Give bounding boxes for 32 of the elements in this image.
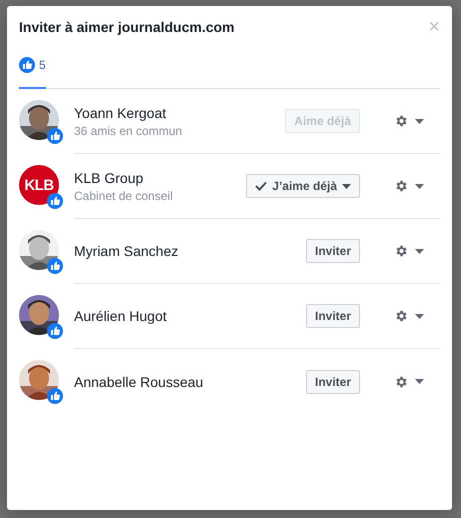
person-subtitle: Cabinet de conseil — [74, 188, 174, 202]
settings-icon[interactable] — [394, 244, 408, 258]
person-name: KLB Group — [74, 170, 144, 186]
person-name: Annabelle Rousseau — [74, 374, 204, 390]
like-badge-icon — [47, 128, 63, 144]
dialog-title: Inviter à aimer journalducm.com — [19, 19, 235, 35]
settings-icon[interactable] — [394, 114, 408, 128]
caret-icon — [415, 314, 424, 318]
like-badge-icon — [47, 388, 63, 404]
liked-dropdown[interactable]: J’aime déjà — [246, 174, 360, 198]
person-subtitle: 36 amis en commun — [74, 124, 184, 138]
like-badge-icon — [47, 323, 63, 339]
logo-text: KLB — [24, 176, 54, 194]
caret-icon — [415, 118, 424, 124]
settings-icon[interactable] — [394, 374, 408, 388]
check-icon — [255, 181, 268, 191]
invite-button[interactable]: Inviter — [306, 239, 360, 263]
invite-button[interactable]: Inviter — [306, 370, 360, 394]
caret-icon — [415, 379, 424, 384]
like-badge-icon — [47, 193, 63, 209]
like-badge-icon — [47, 258, 63, 274]
caret-icon — [415, 248, 424, 254]
likes-tab[interactable]: 5 — [19, 57, 46, 89]
person-name: Myriam Sanchez — [74, 243, 180, 259]
person-name: Aurélien Hugot — [74, 308, 168, 324]
caret-icon — [342, 184, 351, 188]
person-name: Yoann Kergoat — [74, 104, 168, 120]
like-icon — [19, 57, 35, 73]
invite-button[interactable]: Inviter — [306, 304, 360, 328]
caret-icon — [415, 184, 424, 188]
settings-icon[interactable] — [394, 309, 408, 323]
settings-icon[interactable] — [394, 179, 408, 193]
